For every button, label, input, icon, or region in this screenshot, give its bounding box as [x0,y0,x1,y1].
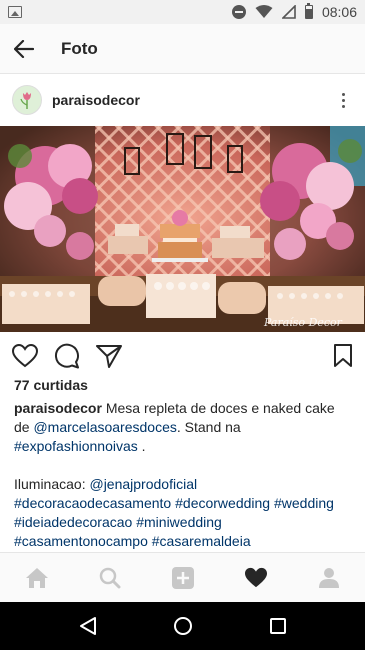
likes-count[interactable]: 77 curtidas [14,377,88,393]
post-username[interactable]: paraisodecor [52,92,140,108]
mention-link[interactable]: @jenajprodoficial [89,476,197,492]
heart-icon [12,344,38,368]
nav-search[interactable] [90,558,130,598]
post-photo[interactable]: Paraíso Decor [0,126,365,332]
status-time: 08:06 [321,4,357,20]
add-icon [171,566,194,589]
bottom-nav [0,552,365,602]
activity-heart-icon [244,567,267,587]
page-title: Foto [61,38,98,58]
nav-add[interactable] [163,558,203,598]
like-button[interactable] [12,341,42,371]
tulip-logo [20,92,31,109]
hashtag-link[interactable]: #miniwedding [136,514,222,530]
system-recents-button[interactable] [258,606,298,646]
nav-home[interactable] [17,558,57,598]
share-button[interactable] [96,341,126,371]
do-not-disturb-icon [231,5,246,19]
status-icons: 08:06 [231,3,357,20]
battery-icon [304,3,313,19]
vertical-dots-icon[interactable] [333,88,353,112]
photo-watermark: Paraíso Decor [263,316,343,329]
back-triangle-icon [79,617,96,635]
recents-square-icon [269,618,286,634]
system-back-button[interactable] [68,606,108,646]
home-circle-icon [173,617,192,635]
bookmark-icon [334,344,352,367]
caption-username[interactable]: paraisodecor [14,400,102,416]
hashtag-link[interactable]: #decoracaodecasamento [14,495,171,511]
search-icon [99,567,120,588]
nav-activity[interactable] [236,558,276,598]
nav-profile[interactable] [309,558,349,598]
share-icon [96,345,122,368]
system-nav [0,602,365,650]
caption-text: . Stand na [176,419,241,435]
gallery-icon [8,6,22,18]
wifi-icon [255,5,273,18]
post-actions [0,338,365,374]
avatar[interactable] [12,85,42,115]
app-bar: Foto [0,24,365,74]
post-caption: paraisodecor Mesa repleta de doces e nak… [14,399,354,551]
home-icon [25,567,48,588]
hashtag-link[interactable]: #ideiadedecoracao [14,514,132,530]
profile-icon [318,567,339,588]
mention-link[interactable]: @marcelasoaresdoces [33,419,176,435]
comment-button[interactable] [54,341,84,371]
hashtag-link[interactable]: #casaremaldeia [152,533,251,549]
post-header: paraisodecor [0,74,365,126]
hashtag-link[interactable]: #wedding [274,495,334,511]
caption-text: . [137,438,146,454]
hashtag-link[interactable]: #decorwedding [175,495,270,511]
hashtag-link[interactable]: #expofashionnoivas [14,438,138,454]
system-home-button[interactable] [163,606,203,646]
arrow-left-icon[interactable] [0,24,48,74]
caption-text: Iluminacao: [14,476,90,492]
no-signal-icon [281,5,296,19]
hashtag-link[interactable]: #casamentonocampo [14,533,148,549]
save-button[interactable] [323,341,353,371]
comment-icon [55,343,79,369]
status-bar: 08:06 [0,0,365,24]
